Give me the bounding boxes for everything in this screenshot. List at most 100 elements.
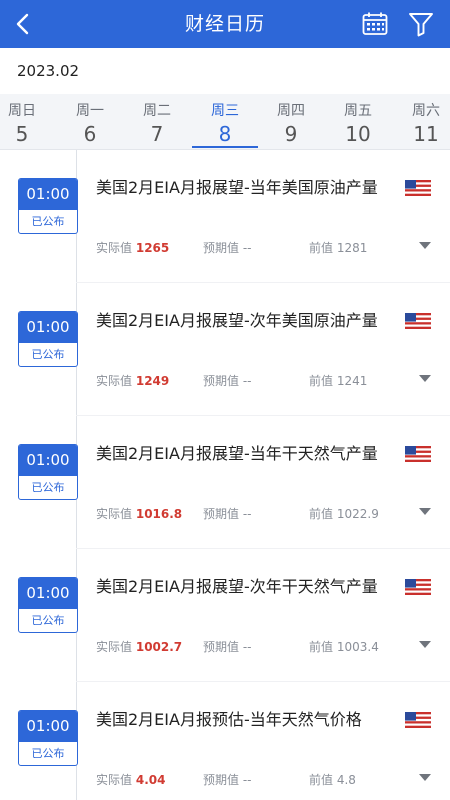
us-flag-icon: [405, 712, 431, 728]
event-title[interactable]: 美国2月EIA月报展望-当年干天然气产量: [96, 442, 386, 466]
actual-group: 实际值 1249: [96, 372, 169, 389]
event-title[interactable]: 美国2月EIA月报预估-当年天然气价格: [96, 708, 386, 732]
actual-value: 1016.8: [135, 507, 183, 521]
actual-group: 实际值 1016.8: [96, 505, 182, 522]
event-row[interactable]: 01:00 已公布 美国2月EIA月报展望-当年美国原油产量 实际值 1265 …: [0, 150, 450, 283]
us-flag-icon: [405, 313, 431, 329]
day-tab-tue[interactable]: 周二 7: [125, 94, 189, 150]
event-row[interactable]: 01:00 已公布 美国2月EIA月报展望-次年美国原油产量 实际值 1249 …: [0, 283, 450, 416]
event-time: 01:00: [19, 578, 77, 609]
day-tab-wed[interactable]: 周三 8: [192, 94, 258, 150]
weekday-label: 周五: [344, 103, 372, 119]
expand-caret-icon[interactable]: [419, 375, 431, 383]
time-badge: 01:00 已公布: [18, 710, 78, 766]
expand-caret-icon[interactable]: [419, 774, 431, 782]
forecast-group: 预期值 --: [203, 239, 252, 256]
previous-group: 前值 4.8: [309, 771, 356, 788]
release-status: 已公布: [31, 747, 65, 760]
day-tab-sat[interactable]: 周六 11: [394, 94, 450, 150]
day-number: 8: [218, 122, 232, 146]
week-selector: 周日 5 周一 6 周二 7 周三 8 周四 9 周五 10 周六 11: [0, 94, 450, 150]
us-flag-icon: [405, 579, 431, 595]
event-row[interactable]: 01:00 已公布 美国2月EIA月报展望-当年干天然气产量 实际值 1016.…: [0, 416, 450, 549]
day-number: 9: [284, 122, 298, 146]
event-title[interactable]: 美国2月EIA月报展望-次年干天然气产量: [96, 575, 386, 599]
previous-value: 4.8: [336, 773, 356, 787]
event-title[interactable]: 美国2月EIA月报展望-次年美国原油产量: [96, 309, 386, 333]
actual-label: 实际值: [96, 374, 133, 388]
actual-group: 实际值 1002.7: [96, 638, 182, 655]
forecast-label: 预期值: [203, 507, 240, 521]
actual-value: 1265: [135, 241, 170, 255]
forecast-value: --: [242, 241, 252, 255]
forecast-label: 预期值: [203, 640, 240, 654]
release-status: 已公布: [31, 614, 65, 627]
weekday-label: 周三: [211, 103, 239, 119]
calendar-icon[interactable]: [362, 12, 388, 36]
forecast-value: --: [242, 640, 252, 654]
time-badge: 01:00 已公布: [18, 444, 78, 500]
weekday-label: 周一: [76, 103, 104, 119]
expand-caret-icon[interactable]: [419, 641, 431, 649]
event-row[interactable]: 01:00 已公布 美国2月EIA月报展望-次年干天然气产量 实际值 1002.…: [0, 549, 450, 682]
previous-group: 前值 1241: [309, 372, 367, 389]
day-number: 11: [413, 122, 439, 146]
actual-label: 实际值: [96, 773, 133, 787]
previous-group: 前值 1281: [309, 239, 367, 256]
previous-label: 前值: [309, 507, 334, 521]
previous-label: 前值: [309, 773, 334, 787]
day-tab-sun[interactable]: 周日 5: [0, 94, 54, 150]
forecast-group: 预期值 --: [203, 505, 252, 522]
forecast-group: 预期值 --: [203, 771, 252, 788]
previous-value: 1281: [336, 241, 368, 255]
actual-label: 实际值: [96, 640, 133, 654]
previous-group: 前值 1003.4: [309, 638, 379, 655]
time-badge: 01:00 已公布: [18, 311, 78, 367]
actual-label: 实际值: [96, 241, 133, 255]
day-number: 5: [15, 122, 29, 146]
day-tab-fri[interactable]: 周五 10: [326, 94, 390, 150]
previous-value: 1022.9: [336, 507, 379, 521]
actual-group: 实际值 4.04: [96, 771, 165, 788]
previous-value: 1241: [336, 374, 368, 388]
day-number: 7: [150, 122, 164, 146]
top-app-bar: 财经日历: [0, 0, 450, 48]
actual-value: 4.04: [135, 773, 166, 787]
expand-caret-icon[interactable]: [419, 508, 431, 516]
weekday-label: 周日: [8, 103, 36, 119]
release-status: 已公布: [31, 481, 65, 494]
weekday-label: 周六: [412, 103, 440, 119]
previous-group: 前值 1022.9: [309, 505, 379, 522]
weekday-label: 周二: [143, 103, 171, 119]
release-status: 已公布: [31, 348, 65, 361]
forecast-value: --: [242, 374, 252, 388]
event-row[interactable]: 01:00 已公布 美国2月EIA月报预估-当年天然气价格 实际值 4.04 预…: [0, 682, 450, 800]
forecast-value: --: [242, 773, 252, 787]
forecast-label: 预期值: [203, 241, 240, 255]
event-title[interactable]: 美国2月EIA月报展望-当年美国原油产量: [96, 176, 386, 200]
day-number: 6: [83, 122, 97, 146]
event-time: 01:00: [19, 445, 77, 476]
selected-day-underline: [192, 146, 258, 148]
expand-caret-icon[interactable]: [419, 242, 431, 250]
day-tab-thu[interactable]: 周四 9: [259, 94, 323, 150]
forecast-group: 预期值 --: [203, 638, 252, 655]
us-flag-icon: [405, 180, 431, 196]
forecast-label: 预期值: [203, 773, 240, 787]
actual-value: 1249: [135, 374, 170, 388]
day-tab-mon[interactable]: 周一 6: [58, 94, 122, 150]
release-status: 已公布: [31, 215, 65, 228]
us-flag-icon: [405, 446, 431, 462]
month-label[interactable]: 2023.02: [17, 62, 79, 80]
event-time: 01:00: [19, 179, 77, 210]
event-time: 01:00: [19, 312, 77, 343]
time-badge: 01:00 已公布: [18, 577, 78, 633]
time-badge: 01:00 已公布: [18, 178, 78, 234]
event-list: 01:00 已公布 美国2月EIA月报展望-当年美国原油产量 实际值 1265 …: [0, 150, 450, 800]
day-number: 10: [345, 122, 371, 146]
forecast-group: 预期值 --: [203, 372, 252, 389]
weekday-label: 周四: [277, 103, 305, 119]
actual-value: 1002.7: [135, 640, 183, 654]
filter-icon[interactable]: [408, 11, 434, 37]
month-bar: 2023.02: [0, 48, 450, 94]
